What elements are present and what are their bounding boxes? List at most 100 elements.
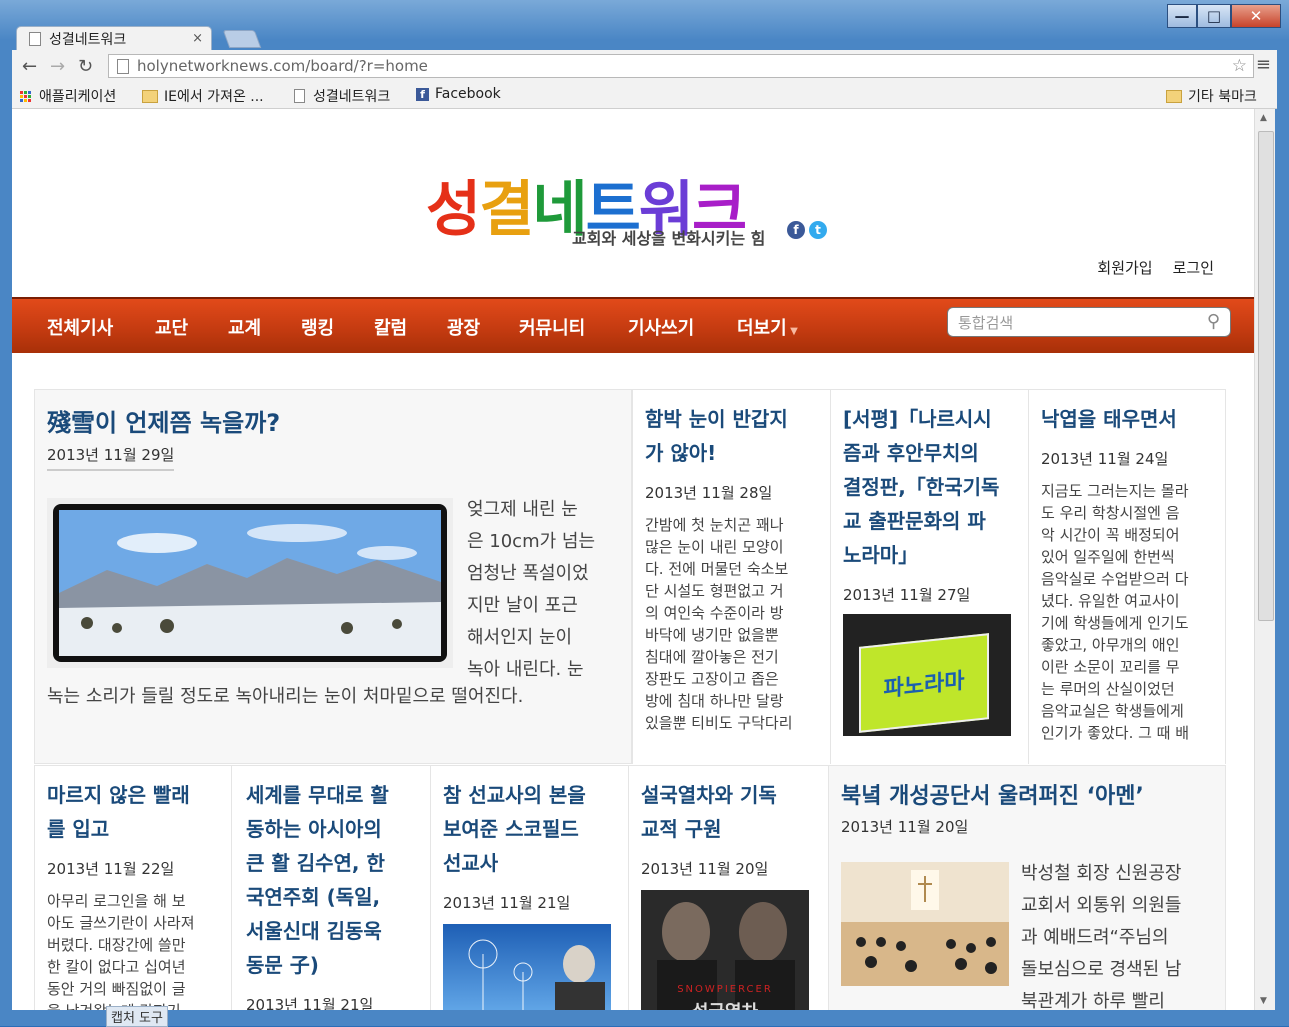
- nav-item-column[interactable]: 칼럼: [374, 314, 407, 340]
- article-date: 2013년 11월 27일: [843, 586, 971, 604]
- nav-item-ranking[interactable]: 랭킹: [301, 314, 334, 340]
- new-tab-button[interactable]: [222, 30, 262, 48]
- tab-close-icon[interactable]: ×: [192, 31, 203, 46]
- page-viewport: 성결네트워크 교회와 세상을 변화시키는 힘 f t 회원가입 로그인 전체기사…: [12, 109, 1254, 1010]
- bookmark-star-icon[interactable]: ☆: [1232, 56, 1247, 76]
- article-title[interactable]: [서평]「나르시시 즘과 후안무치의 결정판,「한국기독 교 출판문화의 파 노…: [843, 402, 999, 572]
- window-bottom-edge: [0, 1010, 1289, 1026]
- address-bar[interactable]: holynetworknews.com/board/?r=home ☆: [108, 54, 1254, 78]
- reload-icon[interactable]: ↻: [78, 56, 93, 77]
- church-service-photo[interactable]: [841, 862, 1009, 986]
- nav-item-community[interactable]: 커뮤니티: [519, 314, 585, 340]
- article-text: 박성철 회장 신원공장 교회서 외통위 의원들 과 예배드려“주님의 돌보심으로 경색…: [1021, 863, 1182, 1010]
- article-title[interactable]: 마르지 않은 빨래 를 입고: [47, 778, 190, 846]
- back-arrow-icon[interactable]: ←: [22, 56, 37, 77]
- search-icon[interactable]: ⚲: [1207, 311, 1220, 332]
- snow-mountain-photo[interactable]: [47, 498, 453, 668]
- article-date: 2013년 11월 21일: [246, 996, 374, 1010]
- scroll-up-icon[interactable]: ▲: [1260, 113, 1267, 123]
- article-text-beside: 엊그제 내린 눈 은 10cm가 넘는 엄청난 폭설이었 지만 날이 포근 해서…: [467, 499, 596, 680]
- nav-item-denomination[interactable]: 교단: [155, 314, 188, 340]
- nav-item-church[interactable]: 교계: [228, 314, 261, 340]
- article-card[interactable]: 마르지 않은 빨래 를 입고 2013년 11월 22일 아무리 로그인을 해 …: [34, 765, 232, 1010]
- bookmark-ie-folder[interactable]: IE에서 가져온 ...: [142, 86, 264, 106]
- chevron-down-icon: ▼: [786, 326, 798, 337]
- tab-active[interactable]: 성결네트워크 ×: [16, 26, 212, 50]
- facebook-icon: f: [416, 87, 429, 101]
- article-text: 아무리 로그인을 해 보 아도 글쓰기란이 사라져 버렸다. 대장간에 쓸만 한 칼이…: [47, 892, 195, 1010]
- site-tagline: 교회와 세상을 변화시키는 힘: [572, 229, 766, 248]
- browser-window: — □ ✕ 성결네트워크 × ← → ↻ holynetworknews.com…: [0, 0, 1289, 1027]
- article-title[interactable]: 설국열차와 기독 교적 구원: [641, 778, 777, 846]
- snowpiercer-poster[interactable]: SNOWPIERCER 설국열차: [641, 890, 809, 1010]
- search-placeholder: 통합검색: [958, 313, 1014, 332]
- signup-link[interactable]: 회원가입: [1097, 257, 1152, 278]
- article-card-wide[interactable]: 북녘 개성공단서 울려퍼진 ‘아멘’ 2013년 11월 20일 박성철 회장 …: [828, 765, 1226, 1010]
- vertical-scrollbar[interactable]: ▲ ▼: [1254, 109, 1275, 1010]
- bookmark-facebook[interactable]: f Facebook: [416, 86, 501, 102]
- article-card[interactable]: 함박 눈이 반갑지 가 않아! 2013년 11월 28일 간밤에 첫 눈치곤 …: [632, 389, 830, 764]
- poster-english-title: SNOWPIERCER: [677, 984, 773, 995]
- menu-icon[interactable]: ≡: [1256, 54, 1271, 75]
- article-title[interactable]: 殘雪이 언제쯤 녹을까?: [47, 406, 280, 440]
- article-title[interactable]: 북녘 개성공단서 울려퍼진 ‘아멘’: [841, 780, 1144, 814]
- main-nav: 전체기사 교단 교계 랭킹 칼럼 광장 커뮤니티 기사쓰기 더보기 ▼ 통합검색…: [12, 297, 1254, 353]
- bookmark-apps[interactable]: 애플리케이션: [20, 86, 116, 106]
- apps-grid-icon: [20, 90, 31, 102]
- url-text: holynetworknews.com/board/?r=home: [137, 57, 428, 75]
- article-card[interactable]: 참 선교사의 본을 보여준 스코필드 선교사 2013년 11월 21일: [431, 765, 629, 1010]
- article-date: 2013년 11월 29일: [47, 444, 175, 471]
- book-cover-photo[interactable]: 파노라마: [843, 614, 1011, 736]
- social-links: f t: [787, 221, 827, 239]
- bookmark-other-folder[interactable]: 기타 북마크: [1166, 86, 1257, 106]
- scroll-down-icon[interactable]: ▼: [1260, 996, 1267, 1006]
- login-link[interactable]: 로그인: [1173, 257, 1214, 278]
- article-date: 2013년 11월 24일: [1041, 450, 1169, 468]
- bookmark-label: Facebook: [435, 86, 501, 102]
- article-title[interactable]: 세계를 무대로 활 동하는 아시아의 큰 활 김수연, 한 국연주회 (독일, …: [246, 778, 389, 982]
- article-card[interactable]: 세계를 무대로 활 동하는 아시아의 큰 활 김수연, 한 국연주회 (독일, …: [232, 765, 431, 1010]
- capture-tool-label[interactable]: 캡처 도구: [106, 1006, 168, 1027]
- twitter-icon[interactable]: t: [809, 221, 827, 239]
- scroll-thumb[interactable]: [1258, 131, 1274, 621]
- forward-arrow-icon[interactable]: →: [50, 56, 65, 77]
- folder-icon: [142, 89, 158, 103]
- page-icon: [117, 59, 129, 74]
- facebook-icon[interactable]: f: [787, 221, 805, 239]
- article-date: 2013년 11월 21일: [443, 894, 571, 912]
- nav-item-all[interactable]: 전체기사: [47, 314, 113, 340]
- bookmark-label: 성결네트워크: [313, 89, 391, 105]
- nav-item-write[interactable]: 기사쓰기: [628, 314, 694, 340]
- article-date: 2013년 11월 22일: [47, 860, 175, 878]
- bookmark-label: 애플리케이션: [39, 89, 117, 105]
- article-text-below: 녹는 소리가 들릴 정도로 녹아내리는 눈이 처마밑으로 떨어진다.: [47, 686, 524, 707]
- account-links: 회원가입 로그인: [1097, 257, 1214, 278]
- tab-strip: 성결네트워크 ×: [12, 24, 1277, 50]
- scofield-photo[interactable]: [443, 924, 611, 1010]
- bookmarks-bar: 애플리케이션 IE에서 가져온 ... 성결네트워크 f Facebook 기타…: [12, 82, 1277, 109]
- bookmark-holynetwork[interactable]: 성결네트워크: [294, 86, 390, 106]
- article-card[interactable]: 설국열차와 기독 교적 구원 2013년 11월 20일 SNOWPIERCER…: [629, 765, 828, 1010]
- article-text: 간밤에 첫 눈치곤 꽤나 많은 눈이 내린 모양이 다. 전에 머물던 숙소보 단 시…: [645, 516, 793, 732]
- page-icon: [29, 31, 41, 46]
- article-title[interactable]: 함박 눈이 반갑지 가 않아!: [645, 402, 788, 470]
- article-date: 2013년 11월 20일: [641, 860, 769, 878]
- article-title[interactable]: 참 선교사의 본을 보여준 스코필드 선교사: [443, 778, 586, 880]
- bookmark-label: 기타 북마크: [1188, 89, 1257, 105]
- nav-item-plaza[interactable]: 광장: [447, 314, 480, 340]
- page-icon: [294, 89, 305, 103]
- folder-icon: [1166, 89, 1182, 103]
- article-date: 2013년 11월 20일: [841, 818, 969, 836]
- book-title-text: 파노라마: [859, 633, 989, 733]
- browser-toolbar: ← → ↻ holynetworknews.com/board/?r=home …: [12, 50, 1277, 82]
- poster-korean-title: 설국열차: [641, 998, 809, 1010]
- tab-title: 성결네트워크: [49, 31, 127, 48]
- featured-article[interactable]: 殘雪이 언제쯤 녹을까? 2013년 11월 29일 엊그제 내린 눈 은 10…: [34, 389, 632, 764]
- article-text: 지금도 그러는지는 몰라 도 우리 학창시절엔 음악 시간이 꼭 배정되어 있어 일…: [1041, 482, 1190, 742]
- nav-item-more[interactable]: 더보기 ▼: [737, 314, 798, 340]
- article-card[interactable]: 낙엽을 태우면서 2013년 11월 24일 지금도 그러는지는 몰라 도 우리 …: [1028, 389, 1226, 764]
- article-card[interactable]: [서평]「나르시시 즘과 후안무치의 결정판,「한국기독 교 출판문화의 파 노…: [830, 389, 1028, 764]
- article-date: 2013년 11월 28일: [645, 484, 773, 502]
- search-input[interactable]: 통합검색 ⚲: [947, 307, 1231, 337]
- article-title[interactable]: 낙엽을 태우면서: [1041, 402, 1177, 436]
